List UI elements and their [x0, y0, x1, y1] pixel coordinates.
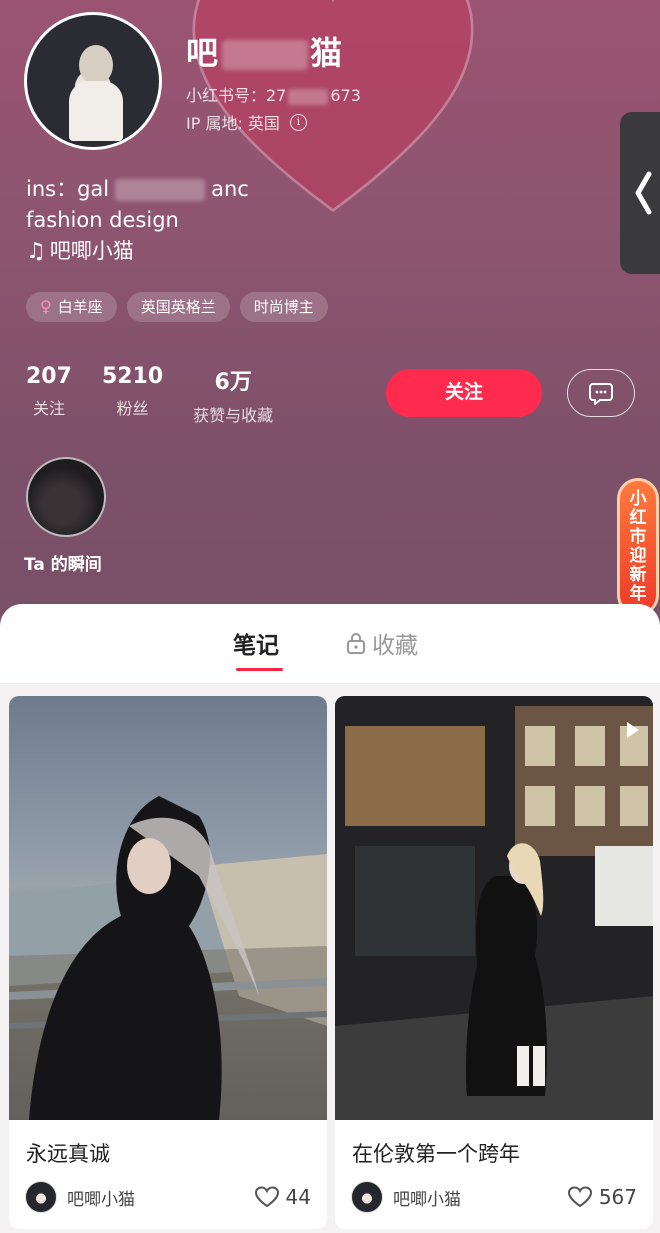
author-avatar	[25, 1181, 57, 1213]
lock-icon	[347, 633, 365, 654]
nickname-end: 猫	[310, 34, 345, 72]
promo-char: 小	[629, 489, 647, 509]
nickname: 吧猫	[186, 28, 344, 74]
tag-zodiac-label: 白羊座	[57, 298, 103, 316]
promo-char: 红	[629, 508, 647, 528]
chat-bubble-icon	[589, 383, 613, 405]
bio-line3-text: 吧唧小猫	[49, 239, 134, 263]
tag-category-label: 时尚博主	[253, 298, 314, 316]
stat-followers[interactable]: 5210 粉丝	[102, 364, 163, 426]
stat-likes-collects[interactable]: 6万 获赞与收藏	[193, 364, 273, 426]
london-street-photo	[335, 696, 653, 1120]
video-play-icon	[627, 722, 639, 738]
moment-thumbnail[interactable]	[26, 457, 106, 537]
note-cover-image[interactable]	[335, 696, 653, 1120]
info-icon[interactable]: i	[289, 113, 307, 131]
note-card[interactable]: 在伦敦第一个跨年 吧唧小猫 567	[335, 696, 653, 1229]
nickname-start: 吧	[186, 34, 221, 72]
tag-list: ♀ 白羊座 英国英格兰 时尚博主	[26, 292, 328, 322]
tag-location-label: 英国英格兰	[140, 298, 216, 316]
message-button[interactable]	[567, 369, 635, 417]
heart-icon	[254, 1186, 279, 1208]
note-title: 永远真诚	[26, 1142, 110, 1166]
note-meta: 吧唧小猫 44	[25, 1180, 311, 1214]
stat-following[interactable]: 207 关注	[26, 364, 72, 426]
like-button[interactable]: 44	[254, 1185, 311, 1209]
heart-icon	[567, 1186, 592, 1208]
promo-char: 市	[629, 527, 647, 547]
stat-followers-label: 粉丝	[116, 399, 149, 418]
xhs-id-redaction	[288, 88, 329, 105]
side-drawer-handle[interactable]	[620, 112, 660, 274]
bio-ins-row: ins：gal anc	[26, 174, 249, 205]
cliff-seaside-photo	[9, 796, 327, 1120]
promo-char: 迎	[629, 546, 647, 566]
bio-ins-prefix: ins：gal	[26, 177, 110, 201]
bio-line3: ♫ 吧唧小猫	[26, 236, 249, 267]
music-note-icon: ♫	[26, 239, 46, 264]
note-cover-image[interactable]	[9, 696, 327, 1120]
tag-category[interactable]: 时尚博主	[239, 292, 328, 322]
like-count: 44	[285, 1185, 311, 1209]
note-meta: 吧唧小猫 567	[351, 1180, 637, 1214]
note-card[interactable]: 永远真诚 吧唧小猫 44	[9, 696, 327, 1229]
note-title: 在伦敦第一个跨年	[352, 1142, 520, 1166]
note-author[interactable]: 吧唧小猫	[351, 1181, 461, 1213]
promo-char: 年	[629, 584, 647, 604]
stat-likes-collects-value: 6万	[214, 370, 252, 395]
tab-active-indicator	[236, 668, 283, 671]
avatar[interactable]	[24, 12, 162, 150]
female-icon: ♀	[40, 297, 52, 316]
ip-location-text: IP 属地: 英国	[186, 114, 280, 133]
tag-zodiac[interactable]: ♀ 白羊座	[26, 292, 117, 322]
nickname-redaction	[222, 40, 309, 70]
bio: ins：gal anc fashion design ♫ 吧唧小猫	[26, 174, 249, 267]
tab-collect[interactable]: 收藏	[346, 626, 418, 660]
xhs-id-tail: 673	[330, 86, 361, 105]
xhs-id[interactable]: 小红书号：27 673	[186, 82, 361, 106]
like-count: 567	[598, 1185, 637, 1209]
stat-likes-collects-label: 获赞与收藏	[193, 406, 274, 425]
stat-followers-value: 5210	[101, 364, 164, 389]
follow-button[interactable]: 关注	[386, 369, 542, 417]
avatar-figure-body	[69, 81, 123, 141]
author-name: 吧唧小猫	[393, 1189, 461, 1210]
tab-notes[interactable]: 笔记	[233, 626, 279, 660]
stat-following-value: 207	[26, 364, 72, 389]
stats-row: 207 关注 5210 粉丝 6万 获赞与收藏	[26, 364, 273, 426]
note-author[interactable]: 吧唧小猫	[25, 1181, 135, 1213]
chevron-left-icon	[635, 171, 652, 215]
tab-collect-label: 收藏	[372, 633, 418, 659]
bio-line2-text: fashion design	[26, 208, 179, 232]
xhs-id-label: 小红书号：27	[186, 86, 287, 105]
like-button[interactable]: 567	[567, 1185, 637, 1209]
new-year-promo-badge[interactable]: 小 红 市 迎 新 年	[617, 478, 659, 616]
stat-following-label: 关注	[32, 399, 65, 418]
moment-label: Ta 的瞬间	[24, 555, 102, 575]
content-tabs: 笔记 收藏	[0, 604, 660, 684]
avatar-figure-head	[79, 45, 113, 85]
author-name: 吧唧小猫	[67, 1189, 135, 1210]
bio-redaction	[115, 178, 206, 201]
tag-location[interactable]: 英国英格兰	[126, 292, 230, 322]
bio-line2: fashion design	[26, 205, 249, 236]
promo-char: 新	[629, 565, 647, 585]
author-avatar	[351, 1181, 383, 1213]
ip-location: IP 属地: 英国 i	[186, 110, 307, 134]
bio-ins-suffix: anc	[211, 177, 249, 201]
